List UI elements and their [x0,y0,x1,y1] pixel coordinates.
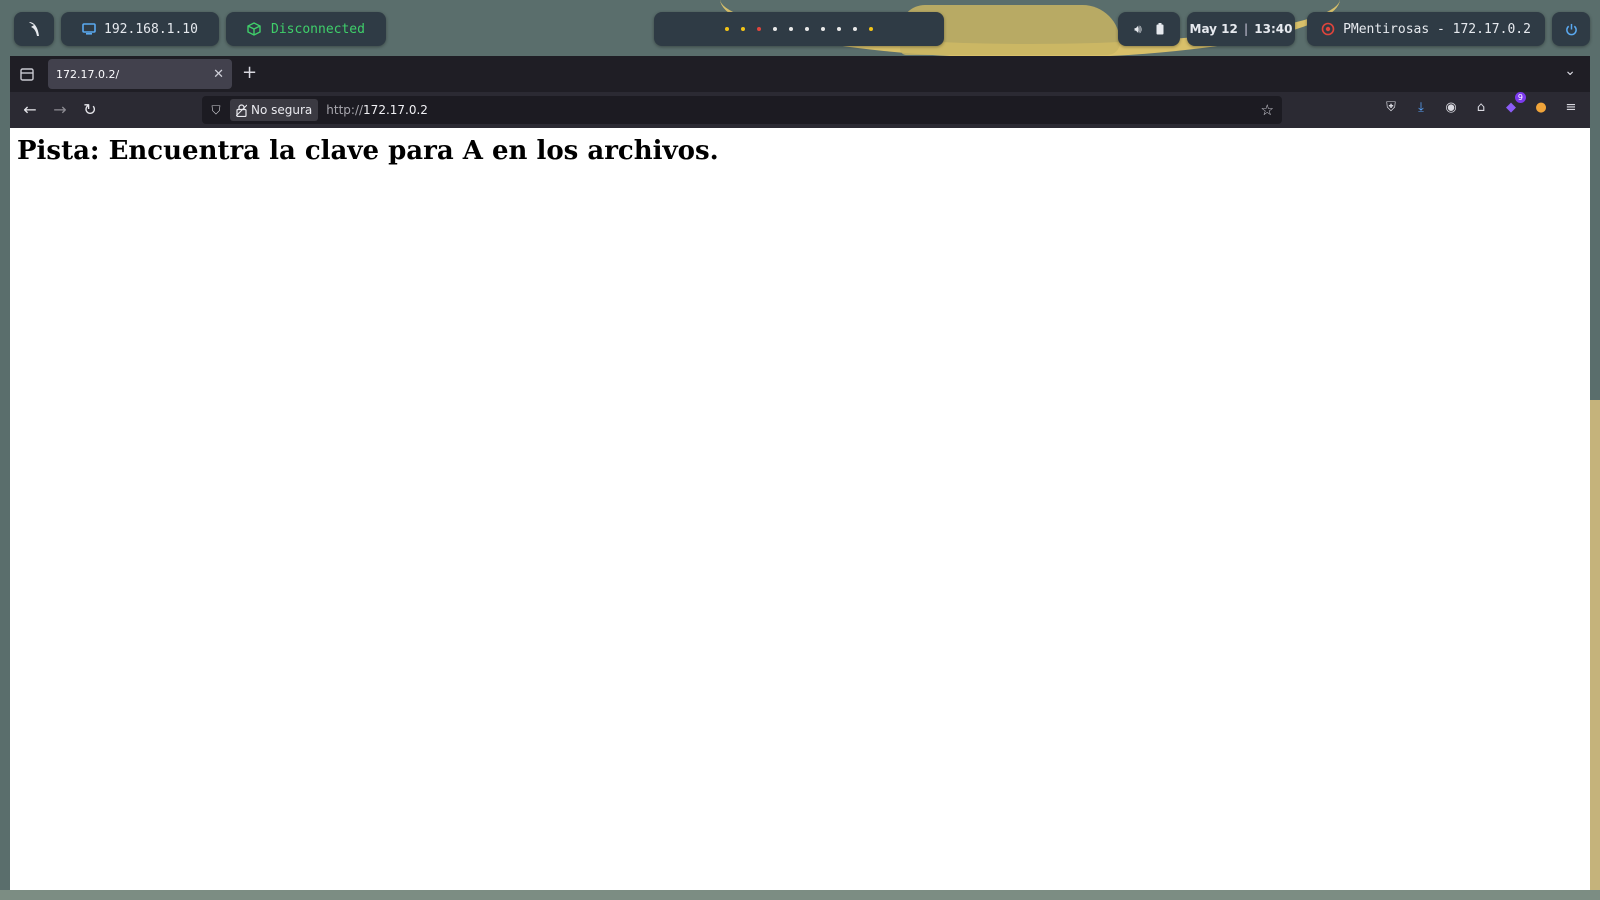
local-ip-indicator[interactable]: 192.168.1.10 [61,12,219,46]
power-button[interactable] [1552,12,1590,46]
account-icon[interactable]: ◉ [1442,98,1460,118]
extension-badge: 9 [1514,92,1526,103]
toolbar-extensions: ⛨ ⤓ ◉ ⌂ ◆ 9 ● ≡ [1382,92,1580,118]
tab-title: 172.17.0.2/ [56,67,120,81]
arch-logo-icon [29,22,39,36]
tab-active[interactable]: 172.17.0.2/ ✕ [48,59,232,89]
target-text: PMentirosas - 172.17.0.2 [1343,21,1531,37]
bookmark-star-icon[interactable]: ☆ [1261,101,1274,119]
workspace-dot-7[interactable] [821,27,825,31]
lock-insecure-icon [236,103,247,117]
security-label: No segura [251,103,313,117]
battery-icon[interactable] [1156,23,1164,35]
local-ip-text: 192.168.1.10 [104,21,198,37]
workspace-dot-1[interactable] [725,27,729,31]
app-launcher-button[interactable] [14,12,54,46]
chevron-down-icon[interactable]: ⌄ [1564,63,1576,79]
clock[interactable]: May 12 | 13:40 [1187,12,1295,46]
reload-icon[interactable]: ↻ [80,100,100,120]
workspace-dot-3[interactable] [757,27,761,31]
workspace-dot-5[interactable] [789,27,793,31]
wallpaper-bottom-strip [0,890,1600,900]
workspace-dot-9[interactable] [853,27,857,31]
back-arrow-icon[interactable]: ← [20,100,40,120]
monitor-icon [82,23,96,35]
tab-close-icon[interactable]: ✕ [213,67,224,82]
workspace-dot-6[interactable] [805,27,809,31]
clock-separator: | [1243,22,1249,36]
address-bar[interactable]: ⛉ No segura http://172.17.0.2 ☆ [202,96,1282,124]
extensions-puzzle-icon[interactable]: ⌂ [1472,98,1490,118]
url-scheme: http:// [326,103,364,117]
vpn-status-indicator[interactable]: Disconnected [226,12,386,46]
power-icon [1565,23,1577,35]
tab-bar: 172.17.0.2/ ✕ + ⌄ [10,56,1590,92]
browser-window: 172.17.0.2/ ✕ + ⌄ ← → ↻ ⛉ No segura http… [10,56,1590,890]
downloads-icon[interactable]: ⤓ [1412,98,1430,118]
date-text: May 12 [1189,22,1238,36]
system-tray[interactable]: 🔊︎ [1118,12,1180,46]
navigation-toolbar: ← → ↻ ⛉ No segura http://172.17.0.2 ☆ ⛨ … [10,92,1590,128]
page-content: Pista: Encuentra la clave para A en los … [10,128,1590,174]
volume-icon[interactable]: 🔊︎ [1134,22,1142,37]
workspace-dot-8[interactable] [837,27,841,31]
page-heading: Pista: Encuentra la clave para A en los … [17,136,719,166]
hamburger-menu-icon[interactable]: ≡ [1562,98,1580,118]
vpn-cube-icon [247,22,261,36]
time-text: 13:40 [1254,22,1293,36]
vpn-status-text: Disconnected [271,21,365,37]
target-indicator[interactable]: PMentirosas - 172.17.0.2 [1307,12,1545,46]
wallpaper-right-strip [1590,400,1600,890]
target-icon [1321,22,1335,36]
workspace-switcher[interactable] [654,12,944,46]
url-text[interactable]: http://172.17.0.2 [326,103,428,117]
workspace-dot-10[interactable] [869,27,873,31]
workspace-dot-2[interactable] [741,27,745,31]
url-host: 172.17.0.2 [363,103,428,117]
tab-groups-icon[interactable] [18,65,36,83]
forward-arrow-icon[interactable]: → [50,100,70,120]
site-security-indicator[interactable]: No segura [230,99,319,121]
extension-shield-icon[interactable]: ◆ 9 [1502,92,1526,118]
extension-cookie-icon[interactable]: ● [1532,98,1550,118]
new-tab-icon[interactable]: + [242,62,257,83]
workspace-dot-4[interactable] [773,27,777,31]
pocket-icon[interactable]: ⛨ [1382,98,1400,118]
shield-icon[interactable]: ⛉ [202,103,230,118]
